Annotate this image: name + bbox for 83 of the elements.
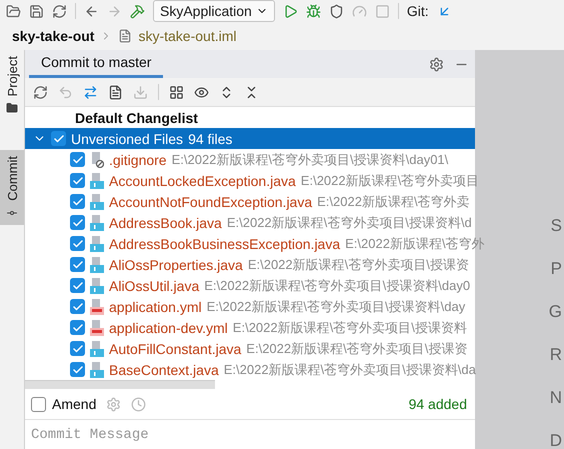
group-by-icon[interactable] [169, 84, 184, 100]
commit-options-icon[interactable] [106, 396, 122, 412]
file-path: E:\2022新版课程\苍穹外卖项目\授课资料\day0 [204, 276, 470, 294]
checkbox[interactable] [70, 320, 85, 335]
option-label: R [550, 345, 562, 365]
checkbox[interactable] [70, 341, 85, 356]
side-tab[interactable]: Commit [0, 150, 24, 226]
file-path: E:\2022新版课程\苍穹外 [345, 234, 485, 252]
file-path: E:\2022新版课程\苍穹外卖项目 [300, 172, 480, 190]
file-name[interactable]: AutoFillConstant.java [109, 340, 242, 356]
changelist-title: Default Changelist [75, 110, 198, 126]
checkbox[interactable] [70, 257, 85, 272]
checkbox[interactable] [70, 236, 85, 251]
changes-summary: 94 added [408, 396, 467, 412]
checkbox[interactable] [70, 299, 85, 314]
group-label: Unversioned Files [71, 130, 184, 146]
checkbox[interactable] [70, 152, 85, 167]
option-label: P [550, 259, 562, 279]
checkbox[interactable] [70, 173, 85, 188]
option-label: D [550, 431, 562, 449]
file-name[interactable]: AddressBookBusinessException.java [109, 236, 340, 252]
option-label: N [550, 388, 562, 408]
save-icon[interactable] [29, 4, 44, 18]
settings-icon[interactable] [429, 57, 444, 72]
file-path: E:\2022新版课程\苍穹外卖项目\授课资 [248, 256, 469, 274]
java-file-icon [90, 362, 104, 378]
file-path: E:\2022新版课程\苍穹外卖项目\授课资料\day01\ [172, 150, 448, 168]
file-path: E:\2022新版课程\苍穹外卖项目\授课资料\da [224, 360, 476, 378]
checkbox[interactable] [70, 215, 85, 230]
java-file-icon [90, 172, 104, 188]
option-label: S [550, 216, 562, 236]
project-breadcrumb[interactable]: sky-take-out [12, 28, 94, 44]
history-icon[interactable] [131, 396, 146, 412]
java-file-icon [90, 236, 104, 252]
java-file-icon [90, 194, 104, 210]
debug-icon[interactable] [306, 4, 321, 18]
file-name[interactable]: AliOssUtil.java [109, 278, 200, 294]
scrollbar[interactable] [25, 380, 215, 389]
file-path: E:\2022新版课程\苍穹外卖项目\授课资料\d [226, 214, 472, 232]
yaml-file-icon [90, 320, 104, 336]
file-count: 94 files [188, 130, 232, 146]
git-label: Git: [406, 3, 429, 19]
run-icon[interactable] [282, 4, 298, 18]
amend-label[interactable]: Amend [52, 396, 96, 412]
run-configuration-dropdown[interactable]: SkyApplication [153, 0, 275, 22]
yaml-file-icon [90, 298, 104, 314]
file-name[interactable]: AccountNotFoundException.java [109, 194, 312, 210]
file-name[interactable]: AliOssProperties.java [109, 256, 243, 272]
file-name[interactable]: application-dev.yml [109, 320, 228, 336]
file-path: E:\2022新版课程\苍穹外卖项目\授课资料\day [206, 298, 466, 316]
hammer-icon[interactable] [130, 4, 145, 18]
file-name[interactable]: AccountLockedException.java [109, 172, 296, 188]
open-folder-icon[interactable] [6, 4, 21, 18]
file-name[interactable]: AddressBook.java [109, 214, 222, 230]
java-file-icon [90, 278, 104, 294]
sync-icon[interactable] [52, 4, 67, 18]
file-name[interactable]: application.yml [109, 298, 202, 314]
file-breadcrumb[interactable]: sky-take-out.iml [138, 28, 236, 44]
refresh-icon[interactable] [33, 84, 48, 100]
file-name[interactable]: .gitignore [109, 152, 167, 168]
diff-icon[interactable] [83, 84, 98, 100]
file-path: E:\2022新版课程\苍穹外卖项目\授课资料 [232, 318, 467, 336]
file-path: E:\2022新版课程\苍穹外卖 [317, 192, 470, 210]
view-options-icon[interactable] [194, 84, 209, 100]
java-file-icon [90, 256, 104, 272]
coverage-icon[interactable] [328, 4, 344, 18]
folder-icon [6, 102, 18, 114]
file-icon [118, 29, 132, 43]
checkbox[interactable] [70, 194, 85, 209]
amend-checkbox[interactable] [31, 396, 46, 412]
java-file-icon [90, 340, 104, 356]
back-icon[interactable] [84, 4, 99, 18]
file-path: E:\2022新版课程\苍穹外卖项目\授课资 [246, 340, 468, 358]
option-label: G [548, 302, 562, 322]
checkbox[interactable] [70, 278, 85, 293]
file-name[interactable]: BaseContext.java [109, 362, 219, 378]
checkbox[interactable] [51, 131, 66, 146]
ignored-file-icon [90, 152, 104, 168]
changelist-icon[interactable] [108, 84, 123, 100]
checkbox[interactable] [70, 362, 85, 377]
tree-group-row[interactable]: Unversioned Files 94 files [25, 128, 475, 149]
side-tab[interactable]: Project [0, 50, 24, 120]
java-file-icon [90, 214, 104, 230]
